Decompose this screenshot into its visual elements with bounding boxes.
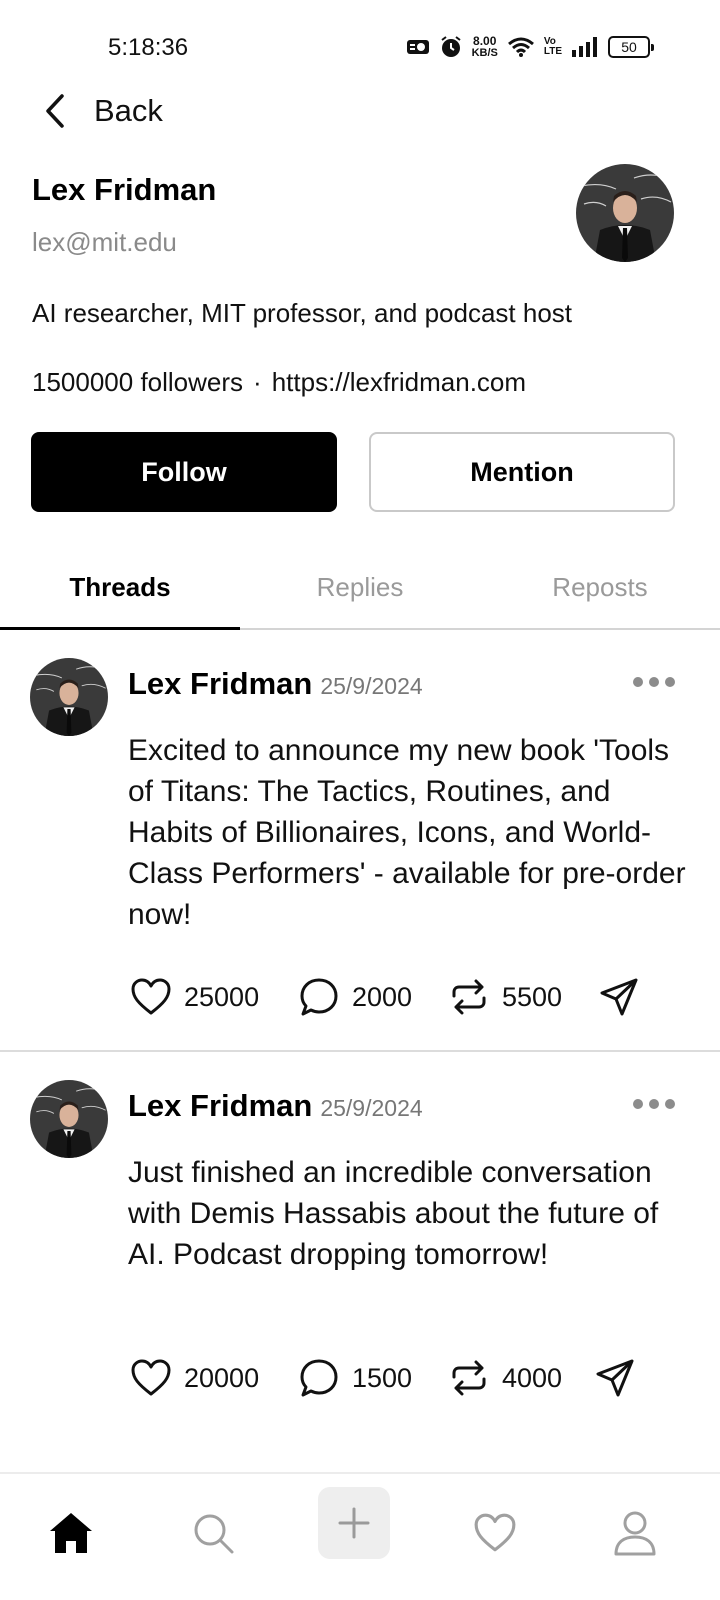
- nav-create[interactable]: [318, 1487, 390, 1559]
- post-divider: [0, 1050, 720, 1052]
- more-options-icon[interactable]: [632, 1094, 676, 1114]
- comment-button[interactable]: 2000: [298, 976, 448, 1018]
- post-date: 25/9/2024: [320, 1095, 423, 1121]
- follow-button[interactable]: Follow: [31, 432, 337, 512]
- nav-profile[interactable]: [600, 1498, 670, 1568]
- repost-icon: [452, 979, 486, 1015]
- repost-count: 5500: [502, 981, 563, 1012]
- share-button[interactable]: [598, 976, 640, 1018]
- website-link[interactable]: https://lexfridman.com: [272, 367, 526, 398]
- more-options-icon[interactable]: [632, 672, 676, 692]
- post-author[interactable]: Lex Fridman: [128, 666, 312, 702]
- post-header: Lex Fridman 25/9/2024: [128, 666, 423, 702]
- comment-icon: [300, 978, 338, 1016]
- status-bar: 5:18:36 8.00 KB/S Vo LTE 50: [0, 0, 720, 96]
- like-button[interactable]: 25000: [130, 977, 298, 1017]
- post-actions: 20000 1500 4000: [130, 1357, 636, 1399]
- tab-reposts[interactable]: Reposts: [480, 548, 720, 628]
- battery-indicator: 50: [608, 36, 654, 58]
- screen-record-icon: [406, 40, 429, 54]
- profile-bio: AI researcher, MIT professor, and podcas…: [32, 298, 573, 328]
- post-actions: 25000 2000 5500: [130, 976, 640, 1018]
- comment-count: 1500: [352, 1362, 413, 1393]
- chevron-left-icon: [46, 94, 64, 128]
- heart-icon: [131, 978, 171, 1015]
- like-button[interactable]: 20000: [130, 1358, 298, 1398]
- avatar[interactable]: [576, 164, 674, 262]
- profile-icon: [614, 1511, 656, 1556]
- profile-handle: lex@mit.edu: [32, 227, 177, 257]
- post-author[interactable]: Lex Fridman: [128, 1088, 312, 1124]
- post-header: Lex Fridman 25/9/2024: [128, 1088, 423, 1124]
- network-speed: 8.00 KB/S: [471, 34, 498, 59]
- send-icon: [600, 978, 638, 1016]
- nav-search[interactable]: [178, 1498, 248, 1568]
- like-count: 25000: [184, 981, 260, 1012]
- heart-icon: [474, 1513, 516, 1552]
- repost-count: 4000: [502, 1362, 563, 1393]
- home-icon: [50, 1513, 92, 1553]
- alarm-icon: [440, 36, 461, 57]
- repost-icon: [452, 1360, 486, 1396]
- heart-icon: [131, 1359, 171, 1396]
- status-time: 5:18:36: [108, 34, 189, 61]
- post-text: Excited to announce my new book 'Tools o…: [128, 734, 686, 931]
- profile-name: Lex Fridman: [32, 172, 217, 207]
- tab-replies[interactable]: Replies: [240, 548, 480, 628]
- comment-count: 2000: [352, 981, 413, 1012]
- tab-threads[interactable]: Threads: [0, 548, 240, 630]
- plus-icon: [338, 1507, 370, 1539]
- bottom-nav: [0, 1472, 720, 1600]
- repost-button[interactable]: 5500: [448, 979, 598, 1015]
- send-icon: [596, 1359, 634, 1397]
- like-count: 20000: [184, 1362, 260, 1393]
- wifi-icon: [507, 37, 534, 57]
- comment-icon: [300, 1359, 338, 1397]
- post-text: Just finished an incredible conversation…: [128, 1156, 659, 1271]
- volte-indicator: Vo LTE: [543, 36, 562, 57]
- repost-button[interactable]: 4000: [448, 1360, 594, 1396]
- status-icons: 8.00 KB/S Vo LTE 50: [406, 32, 654, 62]
- nav-home[interactable]: [36, 1498, 106, 1568]
- back-button[interactable]: Back: [42, 88, 163, 134]
- share-button[interactable]: [594, 1357, 636, 1399]
- profile-meta: 1500000 followers · https://lexfridman.c…: [32, 367, 526, 398]
- profile-tabs: Threads Replies Reposts: [0, 548, 720, 630]
- post-avatar[interactable]: [30, 658, 108, 736]
- followers-count: 1500000 followers: [32, 367, 244, 397]
- mention-button[interactable]: Mention: [369, 432, 675, 512]
- meta-separator: ·: [253, 367, 262, 397]
- nav-activity[interactable]: [460, 1498, 530, 1568]
- search-icon: [194, 1514, 234, 1554]
- post-date: 25/9/2024: [320, 673, 423, 699]
- back-label: Back: [94, 93, 163, 128]
- post-avatar[interactable]: [30, 1080, 108, 1158]
- comment-button[interactable]: 1500: [298, 1357, 448, 1399]
- signal-icon: [572, 37, 597, 57]
